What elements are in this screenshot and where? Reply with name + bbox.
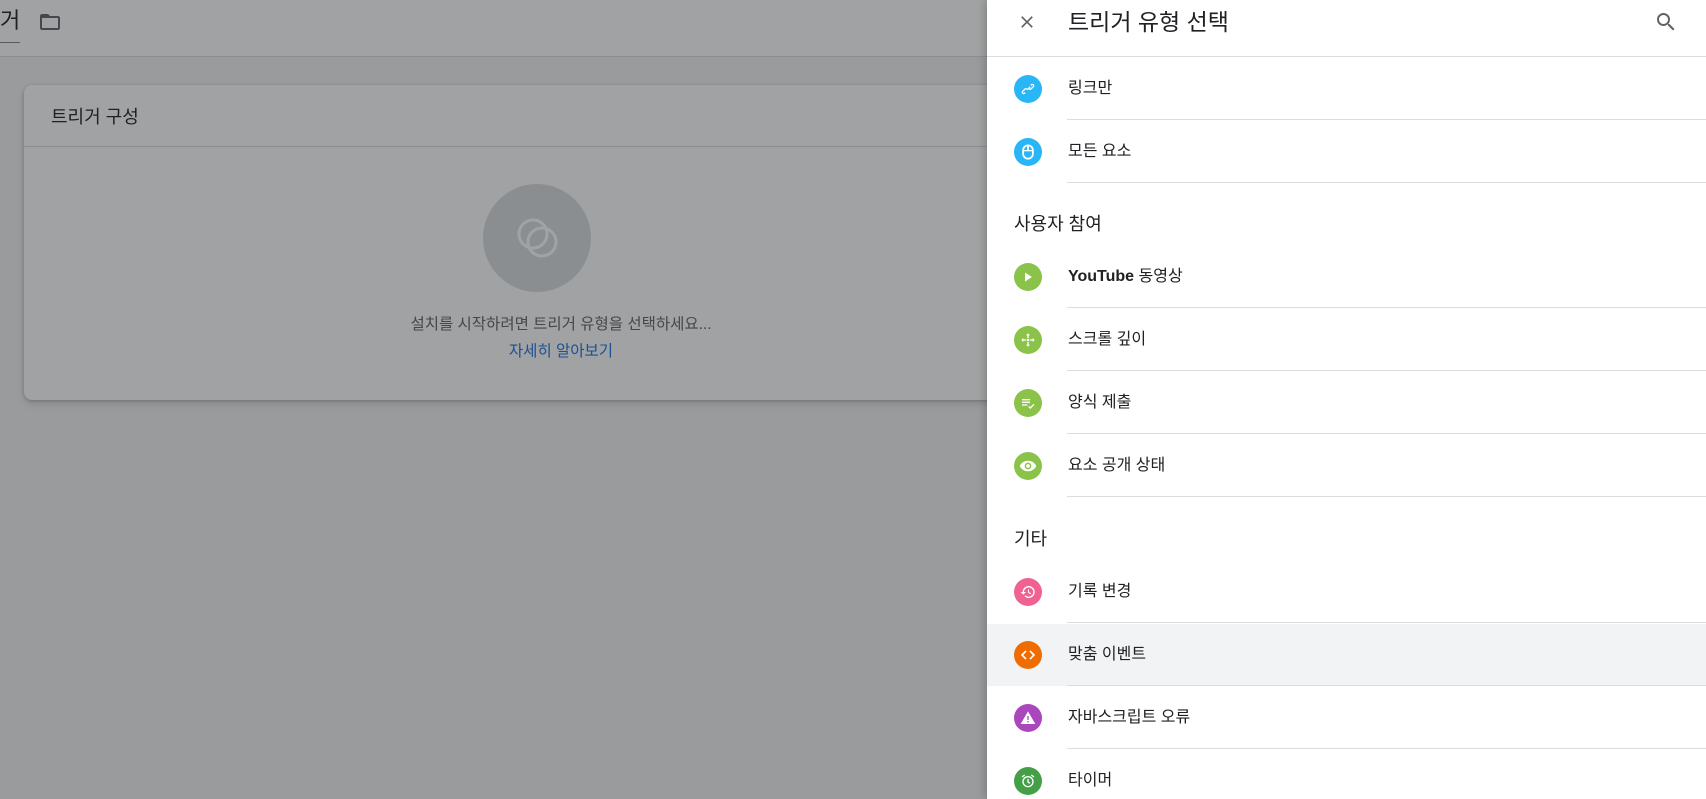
trigger-type-youtube-video[interactable]: YouTube 동영상 xyxy=(987,246,1706,308)
trigger-type-javascript-error[interactable]: 자바스크립트 오류 xyxy=(987,687,1706,749)
item-label: YouTube 동영상 xyxy=(1068,246,1183,308)
trigger-type-sheet: 트리거 유형 선택 링크만 모든 요소 사용자 참여 YouTube 동영상 스… xyxy=(987,0,1706,799)
form-check-icon xyxy=(1014,389,1042,417)
trigger-type-element-visibility[interactable]: 요소 공개 상태 xyxy=(987,435,1706,497)
trigger-type-scroll-depth[interactable]: 스크롤 깊이 xyxy=(987,309,1706,371)
divider xyxy=(1067,748,1706,749)
mouse-icon xyxy=(1014,138,1042,166)
divider xyxy=(1067,622,1706,623)
item-label: 링크만 xyxy=(1068,80,1113,97)
close-button[interactable] xyxy=(1015,10,1039,34)
item-label: 타이머 xyxy=(1068,772,1113,789)
trigger-type-custom-event[interactable]: 맞춤 이벤트 xyxy=(987,624,1706,686)
divider xyxy=(1067,119,1706,120)
item-label-bold: YouTube xyxy=(1068,268,1135,285)
section-header-other: 기타 xyxy=(1014,529,1048,549)
link-icon xyxy=(1014,75,1042,103)
item-label: 자바스크립트 오류 xyxy=(1068,709,1191,726)
history-icon xyxy=(1014,578,1042,606)
item-label: 맞춤 이벤트 xyxy=(1068,646,1147,663)
trigger-type-timer[interactable]: 타이머 xyxy=(987,750,1706,799)
warning-icon xyxy=(1014,704,1042,732)
trigger-type-all-elements[interactable]: 모든 요소 xyxy=(987,121,1706,183)
code-icon xyxy=(1014,641,1042,669)
item-label-rest: 동영상 xyxy=(1134,268,1183,285)
sheet-title: 트리거 유형 선택 xyxy=(1068,9,1229,35)
divider xyxy=(1067,496,1706,497)
item-label: 기록 변경 xyxy=(1068,583,1132,600)
search-icon[interactable] xyxy=(1654,10,1678,34)
item-label: 모든 요소 xyxy=(1068,143,1132,160)
divider xyxy=(1067,370,1706,371)
alarm-icon xyxy=(1014,767,1042,795)
sheet-header: 트리거 유형 선택 xyxy=(987,0,1706,57)
eye-icon xyxy=(1014,452,1042,480)
divider xyxy=(1067,307,1706,308)
item-label: 스크롤 깊이 xyxy=(1068,331,1147,348)
trigger-type-history-change[interactable]: 기록 변경 xyxy=(987,561,1706,623)
close-icon xyxy=(1021,16,1033,28)
divider xyxy=(1067,685,1706,686)
divider xyxy=(1067,433,1706,434)
item-label: 양식 제출 xyxy=(1068,394,1132,411)
section-header-engagement: 사용자 참여 xyxy=(1014,214,1102,234)
move-icon xyxy=(1014,326,1042,354)
play-icon xyxy=(1014,263,1042,291)
trigger-type-form-submission[interactable]: 양식 제출 xyxy=(987,372,1706,434)
item-label: 요소 공개 상태 xyxy=(1068,457,1166,474)
divider xyxy=(1067,182,1706,183)
trigger-type-link-click[interactable]: 링크만 xyxy=(987,58,1706,120)
